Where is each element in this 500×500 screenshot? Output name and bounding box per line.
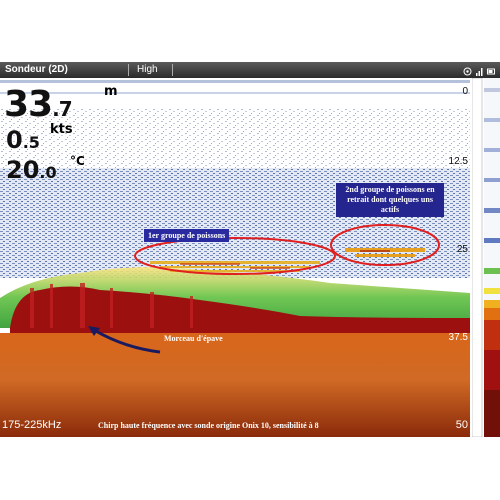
temperature-unit: °C	[70, 154, 85, 168]
depth-decimal: .7	[52, 97, 72, 121]
wreck-label: Morceau d'épave	[164, 334, 223, 343]
temperature-integer: 20	[6, 156, 40, 184]
status-icons	[463, 62, 496, 78]
divider	[172, 64, 173, 76]
fish-group-2-label: 2nd groupe de poissons en retrait dont q…	[336, 183, 444, 217]
gps-icon	[463, 66, 472, 75]
speed-integer: 0	[6, 126, 23, 154]
depth-unit: m	[104, 84, 118, 99]
speed-readout: 0.5	[6, 126, 40, 154]
temperature-readout: 20.0	[6, 156, 57, 184]
speed-unit: kts	[50, 122, 73, 137]
battery-icon	[487, 66, 496, 75]
fish-group-1-label: 1er groupe de poissons	[144, 229, 230, 242]
title-bar: Sondeur (2D) High	[0, 62, 500, 78]
frequency-mode[interactable]: High	[137, 62, 158, 78]
depth-scale-label: 37.5	[448, 332, 468, 343]
divider	[128, 64, 129, 76]
depth-readout: 33.7	[4, 84, 73, 125]
depth-integer: 33	[4, 84, 53, 125]
sonar-display: Sondeur (2D) High 33.7 m 0.5 kts 20.0 °C…	[0, 62, 500, 437]
signal-icon	[475, 66, 484, 76]
temperature-decimal: .0	[39, 163, 57, 182]
frequency-label: 175-225kHz	[2, 419, 62, 431]
footnote-caption: Chirp haute fréquence avec sonde origine…	[98, 421, 319, 430]
color-scale-bar	[472, 78, 500, 437]
speed-decimal: .5	[22, 133, 40, 152]
window-title: Sondeur (2D)	[5, 64, 68, 75]
depth-scale-label: 12.5	[448, 156, 468, 167]
range-bottom-label: 50	[455, 419, 468, 431]
depth-scale-label: 25	[456, 244, 468, 255]
depth-scale-label: 0	[462, 86, 468, 97]
